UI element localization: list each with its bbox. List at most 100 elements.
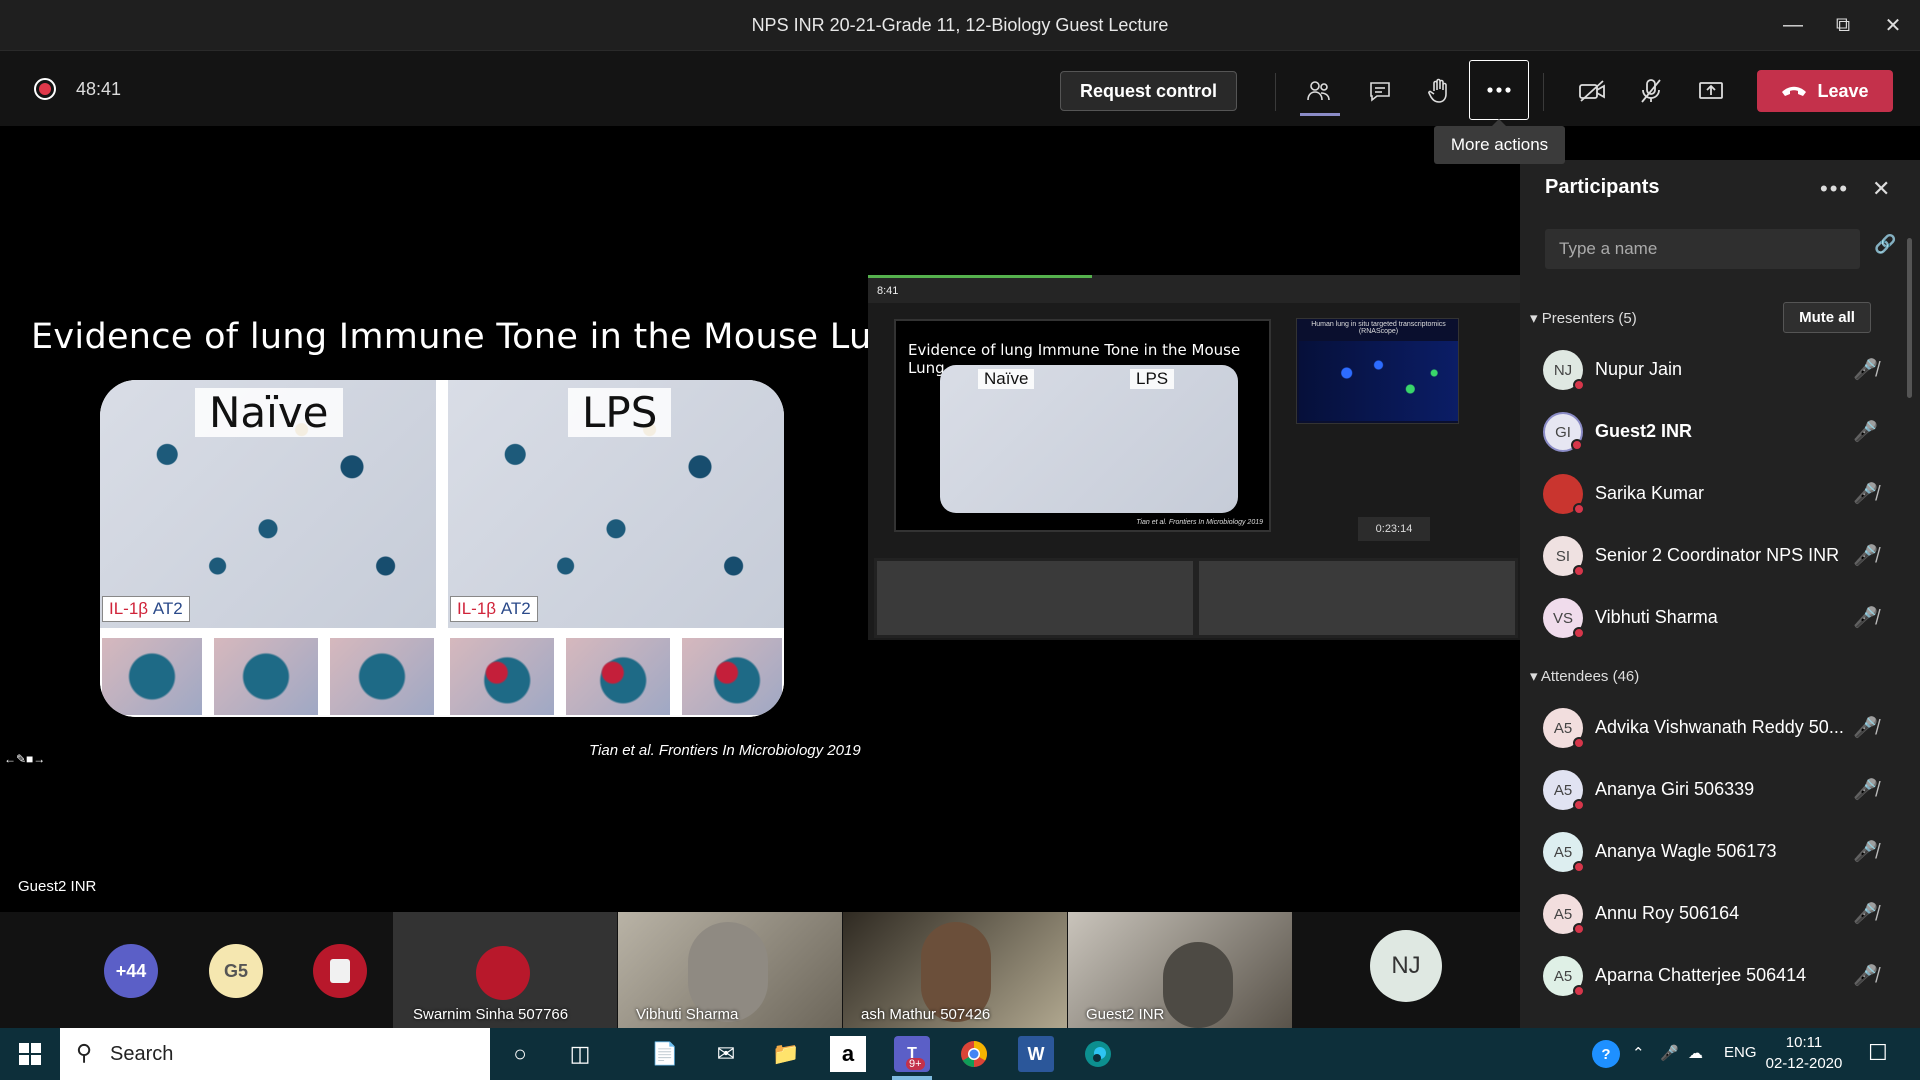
presenter-nav-icon[interactable]: ←✎■→ <box>4 752 45 766</box>
mic-muted-icon: 🎤̸ <box>1853 965 1878 987</box>
participant-row[interactable]: A5 Aparna Chatterjee 506414 🎤̸ <box>1520 943 1920 1005</box>
chevron-up-icon[interactable]: ⌃ <box>1632 1044 1645 1062</box>
participant-avatar-photo[interactable] <box>313 944 367 998</box>
edge-icon[interactable] <box>1080 1036 1116 1072</box>
participant-row[interactable]: A5 Advika Vishwanath Reddy 50... 🎤̸ <box>1520 695 1920 757</box>
overflow-participants-button[interactable]: +44 <box>104 944 158 998</box>
status-badge <box>1573 565 1585 577</box>
empty-video-tile <box>1196 558 1518 638</box>
task-view-icon[interactable]: ◫ <box>562 1036 598 1072</box>
close-panel-icon[interactable]: ✕ <box>1872 176 1890 202</box>
mic-muted-icon: 🎤̸ <box>1853 717 1878 739</box>
microphone-tray-icon[interactable]: 🎤 <box>1660 1044 1679 1062</box>
more-actions-button[interactable] <box>1469 60 1529 120</box>
participant-name: Ananya Wagle 506173 <box>1595 841 1777 861</box>
naive-label: Naïve <box>195 388 343 437</box>
cloud-icon[interactable]: ☁ <box>1688 1044 1703 1062</box>
participant-row[interactable]: GI Guest2 INR 🎤 <box>1520 399 1920 461</box>
participant-name: Annu Roy 506164 <box>1595 903 1740 923</box>
show-chat-button[interactable] <box>1356 67 1404 115</box>
taskbar-clock[interactable]: 10:11 02-12-2020 <box>1756 1032 1852 1074</box>
file-explorer-icon[interactable]: 📁 <box>768 1036 804 1072</box>
panel-divider <box>436 380 448 628</box>
status-badge <box>1573 503 1585 515</box>
toolbar-divider <box>1543 73 1544 111</box>
avatar <box>476 946 530 1000</box>
participant-row[interactable]: A5 Ananya Wagle 506173 🎤̸ <box>1520 819 1920 881</box>
link-icon[interactable]: 🔗 <box>1874 234 1896 255</box>
participant-row[interactable]: SI Senior 2 Coordinator NPS INR 🎤̸ <box>1520 523 1920 585</box>
people-icon <box>1307 81 1330 101</box>
chat-icon <box>1370 82 1390 102</box>
participant-row[interactable]: Sarika Kumar 🎤̸ <box>1520 461 1920 523</box>
language-indicator[interactable]: ENG <box>1724 1044 1757 1061</box>
teams-badge: 9+ <box>906 1058 925 1070</box>
status-badge <box>1573 985 1585 997</box>
participant-name: Aparna Chatterjee 506414 <box>1595 965 1807 985</box>
participant-row[interactable]: VS Vibhuti Sharma 🎤̸ <box>1520 585 1920 647</box>
participants-active-indicator <box>1300 113 1340 116</box>
windows-start-icon[interactable] <box>12 1036 48 1072</box>
inner-naive-label: Naïve <box>978 369 1035 389</box>
fluorescence-image <box>1299 341 1458 421</box>
participant-video <box>1163 942 1233 1028</box>
presenters-header[interactable]: ▾ Presenters (5) <box>1530 309 1637 327</box>
clock-date: 02-12-2020 <box>1765 1055 1843 1072</box>
cortana-icon[interactable]: ○ <box>502 1036 538 1072</box>
active-app-indicator <box>892 1076 932 1080</box>
show-participants-button[interactable] <box>1295 67 1343 115</box>
status-badge <box>1573 923 1585 935</box>
empty-video-tile <box>874 558 1196 638</box>
mic-muted-icon: 🎤̸ <box>1853 607 1878 629</box>
video-tile[interactable]: Guest2 INR <box>1068 912 1292 1028</box>
notification-icon[interactable]: ☐ <box>1868 1040 1888 1066</box>
panel-more-icon[interactable]: ••• <box>1820 176 1849 202</box>
avatar: VS <box>1543 598 1585 639</box>
video-tile[interactable]: ash Mathur 507426 <box>843 912 1067 1028</box>
chrome-icon[interactable] <box>956 1036 992 1072</box>
participant-row[interactable]: NJ Nupur Jain 🎤̸ <box>1520 337 1920 399</box>
toolbar-divider <box>1275 73 1276 111</box>
shared-topbar <box>868 275 1520 303</box>
participant-row[interactable]: A5 Annu Roy 506164 🎤̸ <box>1520 881 1920 943</box>
taskbar-search-box[interactable]: ⚲ Search <box>60 1028 490 1080</box>
stain-label: IL-1β/AT2 <box>450 596 538 622</box>
amazon-icon[interactable]: a <box>830 1036 866 1072</box>
video-tile-name: Swarnim Sinha 507766 <box>413 1006 569 1023</box>
share-tray-icon <box>1699 82 1723 99</box>
avatar: A5 <box>1543 832 1585 873</box>
participant-name: Senior 2 Coordinator NPS INR <box>1595 545 1840 565</box>
clock-time: 10:11 <box>1785 1034 1823 1051</box>
notepad-icon[interactable]: 📄 <box>647 1036 683 1072</box>
panel-scrollbar[interactable] <box>1907 238 1912 398</box>
avatar: A5 <box>1543 708 1585 749</box>
participant-search-input[interactable] <box>1545 229 1860 269</box>
participant-avatar-g5[interactable]: G5 <box>209 944 263 998</box>
share-screen-button[interactable] <box>1687 67 1735 115</box>
camera-off-icon <box>1579 80 1605 102</box>
help-icon[interactable]: ? <box>1592 1040 1620 1068</box>
camera-off-button[interactable] <box>1568 67 1616 115</box>
word-icon[interactable]: W <box>1018 1036 1054 1072</box>
mic-muted-icon: 🎤̸ <box>1853 779 1878 801</box>
participant-avatar-nj[interactable]: NJ <box>1370 930 1442 1002</box>
attendees-header[interactable]: ▾ Attendees (46) <box>1530 667 1639 685</box>
request-control-button[interactable]: Request control <box>1060 71 1237 111</box>
leave-button[interactable]: Leave <box>1757 70 1893 112</box>
mute-all-button[interactable]: Mute all <box>1783 302 1871 333</box>
raise-hand-button[interactable] <box>1415 67 1463 115</box>
mic-muted-icon: 🎤̸ <box>1853 483 1878 505</box>
avatar: A5 <box>1543 894 1585 935</box>
mail-icon[interactable]: ✉ <box>708 1036 744 1072</box>
mic-muted-icon: 🎤̸ <box>1853 841 1878 863</box>
participant-name: Ananya Giri 506339 <box>1595 779 1755 799</box>
close-window-button[interactable]: ✕ <box>1863 0 1920 50</box>
video-strip: +44 G5 Swarnim Sinha 507766 Vibhuti Shar… <box>0 912 1520 1028</box>
meeting-toolbar: 48:41 Request control Leave <box>0 50 1920 126</box>
video-tile[interactable]: Swarnim Sinha 507766 <box>393 912 617 1028</box>
participant-row[interactable]: A5 Ananya Giri 506339 🎤̸ <box>1520 757 1920 819</box>
mic-off-button[interactable] <box>1627 67 1675 115</box>
video-tile[interactable]: Vibhuti Sharma <box>618 912 842 1028</box>
lps-label: LPS <box>568 388 672 437</box>
zoom-thumbnail <box>564 636 672 717</box>
